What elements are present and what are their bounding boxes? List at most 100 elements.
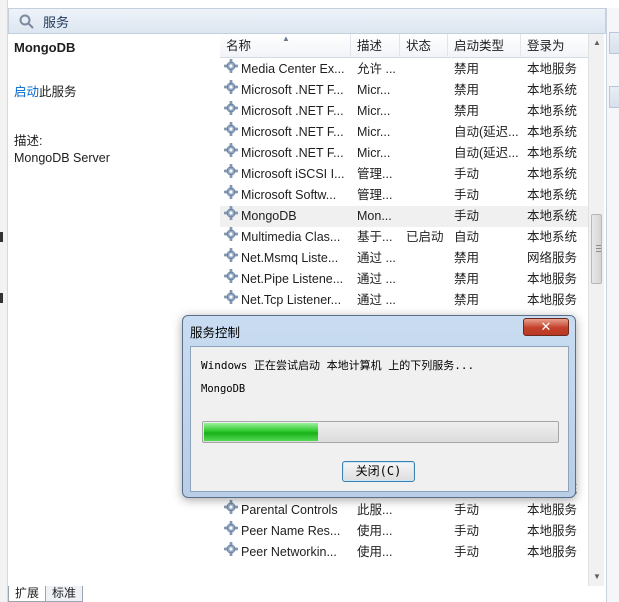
progress-fill — [204, 423, 318, 441]
service-row[interactable]: Media Center Ex... 允许 ... 禁用 本地服务 — [220, 59, 588, 80]
service-description-cell: Micr... — [357, 125, 391, 139]
service-name-text: Media Center Ex... — [241, 62, 345, 76]
start-service-suffix: 此服务 — [39, 85, 77, 99]
column-header-description[interactable]: 描述 — [351, 34, 400, 58]
actions-pane-item[interactable] — [609, 86, 619, 108]
scroll-down-icon[interactable]: ▼ — [593, 572, 601, 581]
service-logon-cell: 本地系统 — [527, 167, 578, 181]
edge-mark — [0, 293, 3, 303]
service-startup-type-cell: 手动 — [454, 524, 480, 538]
services-list: ▲ 名称 描述 状态 启动类型 登录为 Media Center Ex... 允许 … — [220, 34, 604, 586]
service-row[interactable]: Microsoft Softw... 管理... 手动 本地系统 — [220, 185, 588, 206]
gear-icon — [224, 542, 238, 563]
actions-pane[interactable] — [606, 8, 619, 602]
gear-icon — [224, 521, 238, 542]
service-description-cell: Micr... — [357, 83, 391, 97]
column-header-startup-type[interactable]: 启动类型 — [448, 34, 521, 58]
service-logon-cell: 本地系统 — [527, 125, 578, 139]
service-description-cell: 管理... — [357, 188, 393, 202]
service-startup-type-cell: 自动(延迟... — [454, 125, 519, 139]
service-name-cell: Microsoft .NET F... — [220, 143, 351, 164]
service-startup-type-cell: 手动 — [454, 188, 480, 202]
gear-icon — [224, 500, 238, 521]
service-row[interactable]: MongoDB Mon... 手动 本地系统 — [220, 206, 588, 227]
service-startup-type-cell: 禁用 — [454, 272, 480, 286]
scroll-up-icon[interactable]: ▲ — [593, 38, 601, 47]
column-header-log-on-as[interactable]: 登录为 — [521, 34, 588, 58]
column-header-status[interactable]: 状态 — [400, 34, 448, 58]
gear-icon — [224, 269, 238, 290]
service-name-text: Net.Msmq Liste... — [241, 251, 339, 265]
view-tabs: 扩展 标准 — [8, 586, 84, 602]
service-row[interactable]: Microsoft .NET F... Micr... 禁用 本地系统 — [220, 101, 588, 122]
service-name-text: Microsoft .NET F... — [241, 125, 344, 139]
gear-icon — [224, 101, 238, 122]
gear-icon — [224, 206, 238, 227]
service-logon-cell: 本地系统 — [527, 230, 578, 244]
service-startup-type-cell: 自动 — [454, 230, 480, 244]
service-description-cell: 基于... — [357, 230, 393, 244]
gear-icon — [224, 227, 238, 248]
service-status-cell — [400, 521, 448, 542]
service-description-cell: 使用... — [357, 524, 393, 538]
dialog-close-icon[interactable]: ✕ — [523, 318, 569, 336]
service-control-dialog: 服务控制 ✕ Windows 正在尝试启动 本地计算机 上的下列服务... Mo… — [182, 315, 576, 498]
service-name-cell: Peer Networkin... — [220, 542, 351, 563]
gear-icon — [224, 290, 238, 311]
selected-service-name: MongoDB — [14, 40, 76, 55]
service-name-text: Peer Networkin... — [241, 545, 337, 559]
service-row[interactable]: Parental Controls 此服... 手动 本地服务 — [220, 500, 588, 521]
service-description-cell: 使用... — [357, 545, 393, 559]
service-startup-type-cell: 禁用 — [454, 104, 480, 118]
service-name-cell: Net.Tcp Listener... — [220, 290, 351, 311]
tab-extended[interactable]: 扩展 — [8, 586, 47, 602]
gear-icon — [224, 185, 238, 206]
service-logon-cell: 本地系统 — [527, 188, 578, 202]
service-logon-cell: 本地服务 — [527, 62, 578, 76]
service-logon-cell: 本地服务 — [527, 524, 578, 538]
service-status-cell — [400, 143, 448, 164]
service-description-cell: 通过 ... — [357, 272, 396, 286]
service-row[interactable]: Multimedia Clas... 基于... 已启动 自动 本地系统 — [220, 227, 588, 248]
service-row[interactable]: Microsoft .NET F... Micr... 自动(延迟... 本地系统 — [220, 122, 588, 143]
service-startup-type-cell: 手动 — [454, 209, 480, 223]
service-name-text: Parental Controls — [241, 503, 338, 517]
edge-mark — [0, 232, 3, 242]
service-row[interactable]: Peer Name Res... 使用... 手动 本地服务 — [220, 521, 588, 542]
service-status-cell — [400, 80, 448, 101]
service-logon-cell: 本地系统 — [527, 209, 578, 223]
service-row[interactable]: Microsoft .NET F... Micr... 自动(延迟... 本地系统 — [220, 143, 588, 164]
service-description-cell: 管理... — [357, 167, 393, 181]
service-logon-cell: 网络服务 — [527, 251, 578, 265]
dialog-title: 服务控制 — [190, 326, 241, 340]
service-name-cell: Media Center Ex... — [220, 59, 351, 80]
service-logon-cell: 本地服务 — [527, 272, 578, 286]
close-button[interactable]: 关闭(C) — [342, 461, 415, 482]
service-status-cell — [400, 269, 448, 290]
start-service-link[interactable]: 启动 — [14, 85, 39, 99]
service-logon-cell: 本地服务 — [527, 545, 578, 559]
service-description-cell: 通过 ... — [357, 251, 396, 265]
gear-icon — [224, 80, 238, 101]
service-row[interactable]: Microsoft .NET F... Micr... 禁用 本地系统 — [220, 80, 588, 101]
service-row[interactable]: Net.Pipe Listene... 通过 ... 禁用 本地服务 — [220, 269, 588, 290]
scrollbar-thumb[interactable] — [591, 214, 602, 284]
service-status-cell — [400, 59, 448, 80]
service-row[interactable]: Peer Networkin... 使用... 手动 本地服务 — [220, 542, 588, 563]
tab-standard[interactable]: 标准 — [45, 586, 84, 602]
vertical-scrollbar[interactable]: ▲ ▼ — [588, 34, 604, 586]
service-description-cell: Mon... — [357, 209, 392, 223]
service-status-cell — [400, 500, 448, 521]
service-startup-type-cell: 禁用 — [454, 62, 480, 76]
service-startup-type-cell: 禁用 — [454, 83, 480, 97]
service-row[interactable]: Microsoft iSCSI I... 管理... 手动 本地系统 — [220, 164, 588, 185]
service-description-cell: 允许 ... — [357, 62, 396, 76]
service-row[interactable]: Net.Msmq Liste... 通过 ... 禁用 网络服务 — [220, 248, 588, 269]
service-startup-type-cell: 手动 — [454, 167, 480, 181]
service-row[interactable]: Net.Tcp Listener... 通过 ... 禁用 本地服务 — [220, 290, 588, 311]
service-name-text: Microsoft Softw... — [241, 188, 337, 202]
column-header-name[interactable]: ▲ 名称 — [220, 34, 351, 58]
service-name-cell: Net.Msmq Liste... — [220, 248, 351, 269]
dialog-message: Windows 正在尝试启动 本地计算机 上的下列服务... — [201, 359, 475, 372]
actions-pane-item[interactable] — [609, 32, 619, 54]
